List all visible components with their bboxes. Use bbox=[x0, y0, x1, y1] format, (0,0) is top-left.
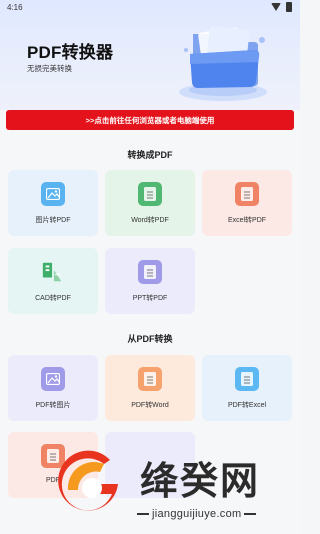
tile-label: Excel转PDF bbox=[227, 217, 267, 224]
watermark-url: jiangguijiuye.com bbox=[134, 508, 259, 520]
header: 4:16 PDF转换器 无损完美转换 bbox=[0, 0, 300, 110]
tile-pdf-to-word[interactable]: PDF转Word bbox=[105, 355, 195, 421]
folder-illustration-icon bbox=[179, 26, 267, 101]
status-bar: 4:16 bbox=[0, 0, 300, 16]
tile-cad-to-pdf[interactable]: CAD转PDF bbox=[8, 248, 98, 314]
app-subtitle: 无损完美转换 bbox=[27, 64, 72, 73]
tile-label: PPT转PDF bbox=[132, 295, 168, 302]
image-icon bbox=[41, 182, 65, 206]
tile-pdf-to-excel[interactable]: PDF转Excel bbox=[202, 355, 292, 421]
cad-icon bbox=[41, 260, 65, 284]
app-screen: 4:16 PDF转换器 无损完美转换 >>点击前往任何浏览器或者电脑端使用 转换… bbox=[0, 0, 300, 534]
section-title-to-pdf: 转换成PDF bbox=[127, 150, 173, 160]
battery-icon bbox=[286, 2, 292, 12]
image-icon bbox=[41, 367, 65, 391]
section-title-from-pdf: 从PDF转换 bbox=[127, 334, 173, 344]
tile-label: CAD转PDF bbox=[35, 295, 71, 302]
ppt-icon bbox=[138, 260, 162, 284]
tile-partial[interactable] bbox=[105, 432, 195, 498]
tile-excel-to-pdf[interactable]: Excel转PDF bbox=[202, 170, 292, 236]
tile-image-to-pdf[interactable]: 图片转PDF bbox=[8, 170, 98, 236]
ppt-icon bbox=[41, 444, 65, 468]
status-icons bbox=[271, 2, 292, 12]
tile-label: PDF bbox=[46, 477, 60, 484]
excel-icon bbox=[235, 367, 259, 391]
word-icon bbox=[138, 367, 162, 391]
excel-icon bbox=[235, 182, 259, 206]
wifi-icon bbox=[271, 3, 281, 11]
promo-banner-button[interactable]: >>点击前往任何浏览器或者电脑端使用 bbox=[6, 110, 294, 130]
tile-pdf-to-ppt[interactable]: PDF bbox=[8, 432, 98, 498]
tile-label: 图片转PDF bbox=[35, 217, 71, 224]
app-title: PDF转换器 bbox=[27, 43, 114, 62]
tile-pdf-to-image[interactable]: PDF转图片 bbox=[8, 355, 98, 421]
tile-ppt-to-pdf[interactable]: PPT转PDF bbox=[105, 248, 195, 314]
tile-label: PDF转Word bbox=[131, 402, 169, 409]
tile-label: PDF转图片 bbox=[35, 402, 71, 409]
status-time: 4:16 bbox=[7, 3, 23, 12]
tile-label: PDF转Excel bbox=[227, 402, 267, 409]
word-icon bbox=[138, 182, 162, 206]
tile-label: Word转PDF bbox=[131, 217, 169, 224]
tile-word-to-pdf[interactable]: Word转PDF bbox=[105, 170, 195, 236]
